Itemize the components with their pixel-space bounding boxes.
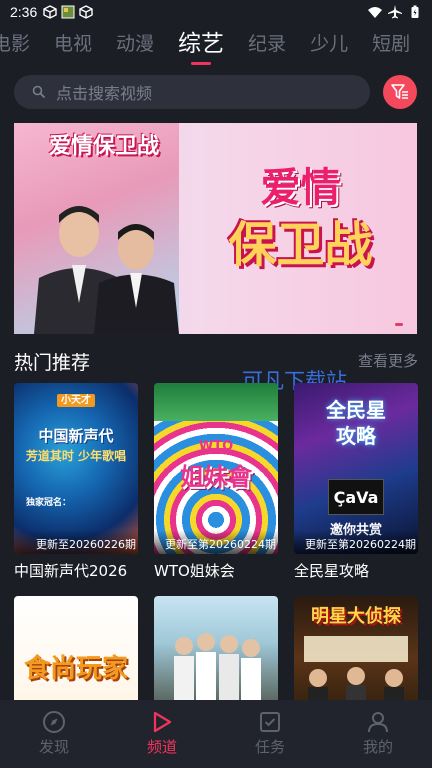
tab-variety[interactable]: 综艺 bbox=[178, 27, 224, 65]
nav-label: 发现 bbox=[38, 738, 69, 756]
cast-photo bbox=[174, 633, 261, 700]
search-placeholder: 点击搜索视频 bbox=[56, 84, 153, 103]
banner-small-title: 爱情保卫战 bbox=[48, 134, 159, 159]
tab-tv[interactable]: 电视 bbox=[54, 27, 92, 61]
show-poster: 全民星攻略 ÇaVa 邀你共赏 更新至第20260224期 bbox=[294, 383, 418, 554]
nav-label: 我的 bbox=[362, 738, 393, 756]
status-time: 2:36 bbox=[10, 4, 38, 20]
status-bar: 2:36 bbox=[0, 0, 432, 24]
carousel-indicator bbox=[395, 323, 403, 326]
bottom-navigation: 发现 频道 任务 我的 bbox=[0, 700, 432, 768]
tab-short-drama[interactable]: 短剧 bbox=[372, 27, 410, 61]
tab-movie[interactable]: 电影 bbox=[0, 27, 30, 61]
banner-title: 爱情 保卫战 bbox=[184, 163, 417, 277]
show-title: 中国新声代2026 bbox=[14, 562, 128, 580]
battery-icon bbox=[411, 5, 419, 18]
cube-icon bbox=[43, 5, 57, 19]
banner-hosts-panel: 爱情保卫战 bbox=[14, 123, 179, 334]
nav-label: 频道 bbox=[146, 738, 177, 756]
poster-title: 食尚玩家 bbox=[23, 654, 128, 684]
show-card[interactable]: 全民星攻略 ÇaVa 邀你共赏 更新至第20260224期 全民星攻略 bbox=[294, 383, 418, 581]
nav-tasks[interactable]: 任务 bbox=[216, 700, 324, 768]
show-title: 全民星攻略 bbox=[294, 562, 370, 580]
wifi-icon bbox=[368, 7, 382, 18]
airplane-icon bbox=[388, 5, 402, 19]
show-poster: WTO 姐妹會 更新至第20260224期 bbox=[154, 383, 278, 554]
compass-icon bbox=[43, 711, 65, 733]
poster-brand: ÇaVa bbox=[328, 479, 384, 515]
poster-title: 明星大侦探 bbox=[311, 606, 401, 627]
app-thumbnail-icon bbox=[61, 5, 75, 19]
poster-title: 全民星攻略 bbox=[326, 398, 386, 448]
tab-documentary[interactable]: 纪录 bbox=[248, 27, 286, 61]
poster-title: 中国新声代 bbox=[38, 427, 114, 445]
banner-title-line1: 爱情 bbox=[260, 165, 341, 211]
poster-brand: WTO bbox=[198, 439, 234, 454]
nav-discover[interactable]: 发现 bbox=[0, 700, 108, 768]
poster-subtitle: 芳道其时 少年歌唱 bbox=[25, 449, 127, 463]
show-card[interactable] bbox=[154, 596, 278, 700]
play-icon bbox=[153, 711, 172, 733]
user-icon bbox=[368, 712, 388, 733]
poster-brand: 小天才 bbox=[57, 394, 95, 407]
update-badge: 更新至第20260224期 bbox=[294, 530, 418, 554]
filter-icon bbox=[391, 84, 408, 99]
cast-photo bbox=[304, 636, 408, 700]
poster-title: 姐妹會 bbox=[180, 463, 252, 491]
section-title: 热门推荐 bbox=[14, 352, 91, 374]
update-badge: 更新至20260226期 bbox=[14, 530, 138, 554]
poster-cast-strip bbox=[154, 383, 278, 421]
show-title: WTO姐妹会 bbox=[154, 562, 235, 580]
tab-kids[interactable]: 少儿 bbox=[310, 27, 348, 61]
cube-icon bbox=[79, 5, 93, 19]
filter-button[interactable] bbox=[383, 75, 417, 109]
show-card[interactable]: 小天才 中国新声代 芳道其时 少年歌唱 独家冠名： 更新至20260226期 中… bbox=[14, 383, 138, 581]
update-badge: 更新至第20260224期 bbox=[154, 530, 278, 554]
host-figure bbox=[94, 224, 179, 334]
show-poster: 小天才 中国新声代 芳道其时 少年歌唱 独家冠名： 更新至20260226期 bbox=[14, 383, 138, 554]
tab-anime[interactable]: 动漫 bbox=[116, 27, 154, 61]
banner-title-line2: 保卫战 bbox=[228, 217, 373, 273]
show-card[interactable]: 明星大侦探 bbox=[294, 596, 418, 700]
task-icon bbox=[260, 712, 280, 732]
nav-channel[interactable]: 频道 bbox=[108, 700, 216, 768]
nav-profile[interactable]: 我的 bbox=[324, 700, 432, 768]
featured-banner[interactable]: 爱情保卫战 爱情 保卫战 bbox=[14, 123, 417, 334]
search-bar[interactable]: 点击搜索视频 bbox=[14, 75, 370, 109]
show-card[interactable]: WTO 姐妹會 更新至第20260224期 WTO姐妹会 bbox=[154, 383, 278, 581]
category-tabs: 电影 电视 动漫 综艺 纪录 少儿 短剧 bbox=[0, 24, 432, 65]
nav-label: 任务 bbox=[254, 738, 285, 756]
search-icon bbox=[32, 85, 46, 99]
show-card[interactable]: 食尚玩家 bbox=[14, 596, 138, 700]
view-more-link[interactable]: 查看更多 bbox=[358, 350, 418, 371]
poster-sponsor-label: 独家冠名： bbox=[26, 498, 72, 508]
